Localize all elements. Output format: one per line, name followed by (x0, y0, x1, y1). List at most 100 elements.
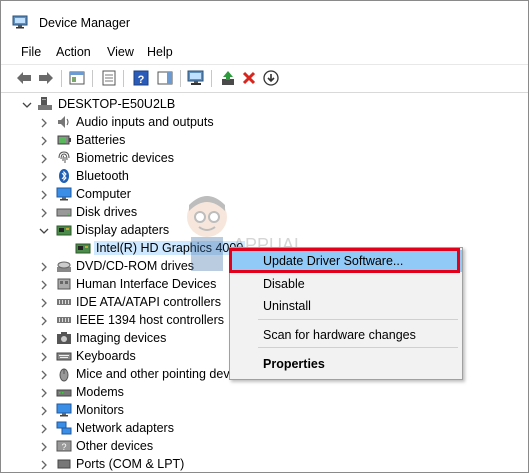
display-adapter-icon (56, 222, 72, 238)
other-devices-icon: ? (56, 438, 72, 454)
disk-icon (56, 204, 72, 220)
tree-item[interactable]: Audio inputs and outputs (1, 113, 528, 131)
tree-item[interactable]: Network adapters (1, 419, 528, 437)
chevron-down-icon[interactable] (39, 225, 49, 235)
svg-text:?: ? (61, 442, 66, 452)
tree-item-label: Display adapters (76, 223, 170, 237)
tree-item[interactable]: ? Other devices (1, 437, 528, 455)
mouse-icon (56, 366, 72, 382)
uninstall-icon[interactable] (240, 69, 258, 87)
tree-item-label: Other devices (76, 439, 154, 453)
menu-item-label: Uninstall (263, 299, 311, 313)
toolbar-separator (180, 70, 181, 87)
tree-item[interactable]: Disk drives (1, 203, 528, 221)
menu-item-scan-hardware[interactable]: Scan for hardware changes (230, 324, 462, 346)
audio-icon (56, 114, 72, 130)
chevron-right-icon[interactable] (39, 279, 49, 290)
toolbar-separator (92, 70, 93, 87)
chevron-right-icon[interactable] (39, 351, 49, 362)
svg-text:?: ? (138, 74, 145, 86)
tree-item-label: Network adapters (76, 421, 174, 435)
tree-item-label: Bluetooth (76, 169, 129, 183)
chevron-right-icon[interactable] (39, 171, 49, 182)
tree-item-label: IDE ATA/ATAPI controllers (76, 295, 221, 309)
update-driver-icon[interactable] (219, 69, 237, 87)
window-title: Device Manager (39, 16, 131, 30)
chevron-down-icon[interactable] (22, 99, 32, 109)
tree-root-label: DESKTOP-E50U2LB (58, 97, 176, 111)
chevron-right-icon[interactable] (39, 333, 49, 344)
tree-item-expanded[interactable]: Display adapters (1, 221, 528, 239)
menu-file[interactable]: File (21, 45, 41, 59)
download-icon[interactable] (262, 69, 280, 87)
chevron-right-icon[interactable] (39, 261, 49, 272)
tree-item-label: Audio inputs and outputs (76, 115, 214, 129)
tree-item-label: Computer (76, 187, 131, 201)
menu-view[interactable]: View (107, 45, 134, 59)
properties-icon[interactable] (100, 69, 118, 87)
menu-separator (258, 319, 458, 320)
tree-item[interactable]: Computer (1, 185, 528, 203)
menu-help[interactable]: Help (147, 45, 173, 59)
tree-item-label: Imaging devices (76, 331, 167, 345)
computer-icon (56, 186, 72, 202)
chevron-right-icon[interactable] (39, 297, 49, 308)
tree-item-label: Human Interface Devices (76, 277, 217, 291)
tree-item-label: DVD/CD-ROM drives (76, 259, 195, 273)
chevron-right-icon[interactable] (39, 153, 49, 164)
tree-item[interactable]: Modems (1, 383, 528, 401)
tree-item[interactable]: Batteries (1, 131, 528, 149)
tree-item-label: Monitors (76, 403, 124, 417)
tree-item[interactable]: Biometric devices (1, 149, 528, 167)
tree-item-label: IEEE 1394 host controllers (76, 313, 224, 327)
menu-bar: File Action View Help (1, 40, 528, 64)
scan-hardware-icon[interactable] (187, 69, 205, 87)
chevron-right-icon[interactable] (39, 405, 49, 416)
menu-item-label: Scan for hardware changes (263, 328, 416, 342)
ide-icon (56, 294, 72, 310)
show-action-pane-icon[interactable] (156, 69, 174, 87)
help-icon[interactable]: ? (132, 69, 150, 87)
tree-item[interactable]: Monitors (1, 401, 528, 419)
chevron-right-icon[interactable] (39, 369, 49, 380)
tree-item[interactable]: Bluetooth (1, 167, 528, 185)
keyboard-icon (56, 348, 72, 364)
menu-item-disable[interactable]: Disable (230, 273, 462, 295)
menu-item-uninstall[interactable]: Uninstall (230, 295, 462, 317)
menu-item-label: Disable (263, 277, 305, 291)
chevron-right-icon[interactable] (39, 207, 49, 218)
hid-icon (56, 276, 72, 292)
biometric-icon (56, 150, 72, 166)
monitor-icon (56, 402, 72, 418)
chevron-right-icon[interactable] (39, 423, 49, 434)
chevron-right-icon[interactable] (39, 441, 49, 452)
forward-icon[interactable] (37, 69, 55, 87)
chevron-right-icon[interactable] (39, 459, 49, 470)
battery-icon (56, 132, 72, 148)
toolbar-separator (123, 70, 124, 87)
tree-item-label: Batteries (76, 133, 126, 147)
tree-item-label: Mice and other pointing devices (76, 367, 252, 381)
chevron-right-icon[interactable] (39, 189, 49, 200)
chevron-right-icon[interactable] (39, 315, 49, 326)
toolbar-separator (61, 70, 62, 87)
dvd-icon (56, 258, 72, 274)
device-manager-window: Device Manager File Action View Help ? D… (0, 0, 529, 473)
chevron-right-icon[interactable] (39, 387, 49, 398)
ports-icon (56, 456, 72, 472)
tree-item-label: Modems (76, 385, 124, 399)
title-bar[interactable]: Device Manager (1, 1, 528, 39)
menu-action[interactable]: Action (56, 45, 91, 59)
chevron-right-icon[interactable] (39, 135, 49, 146)
computer-icon (37, 96, 53, 112)
tree-root[interactable]: DESKTOP-E50U2LB (1, 95, 528, 113)
back-icon[interactable] (15, 69, 33, 87)
tree-item-label: Biometric devices (76, 151, 174, 165)
menu-item-properties[interactable]: Properties (230, 353, 462, 375)
ieee1394-icon (56, 312, 72, 328)
show-hide-console-tree-icon[interactable] (68, 69, 86, 87)
modem-icon (56, 384, 72, 400)
tree-item-label: Intel(R) HD Graphics 4000 (94, 241, 246, 255)
tree-item[interactable]: Ports (COM & LPT) (1, 455, 528, 472)
chevron-right-icon[interactable] (39, 117, 49, 128)
